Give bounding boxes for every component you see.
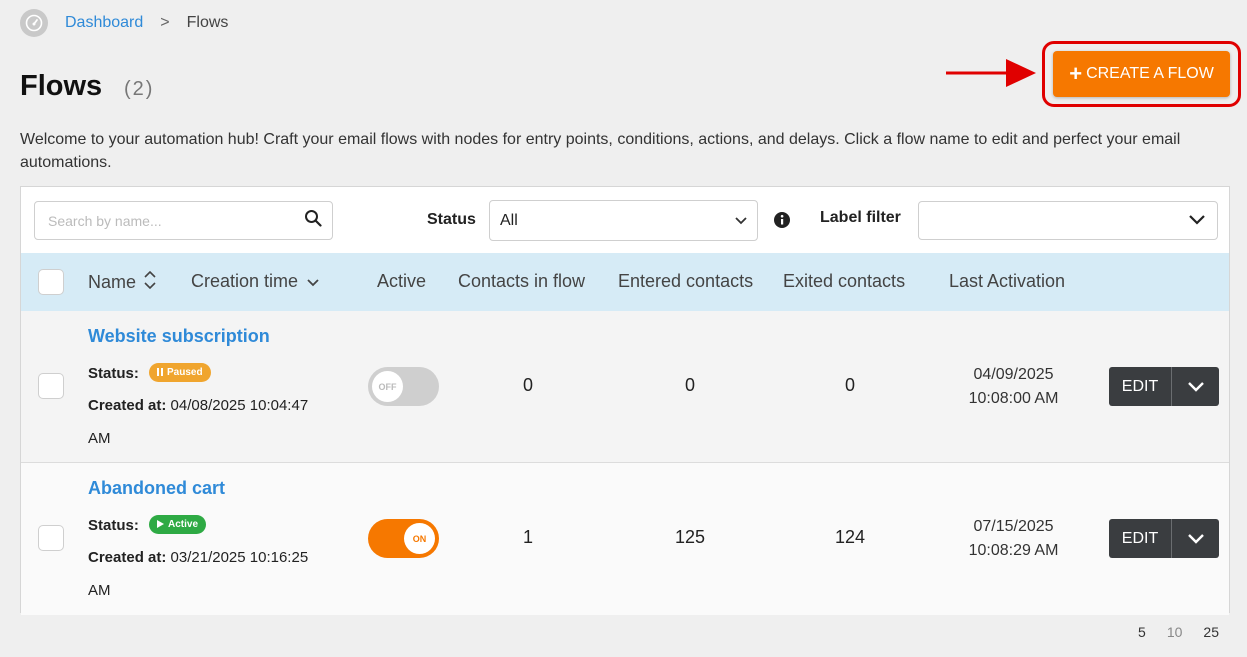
filter-bar: Status All Label filter xyxy=(21,187,1229,253)
label-filter-label: Label filter xyxy=(820,209,901,226)
edit-dropdown-button[interactable] xyxy=(1172,519,1219,558)
column-contacts-header: Contacts in flow xyxy=(458,271,586,291)
table-row: Abandoned cart Status: Active Created at… xyxy=(21,463,1229,615)
last-activation-date: 04/09/2025 xyxy=(973,366,1054,383)
entered-contacts-value: 125 xyxy=(674,527,706,547)
column-active-header: Active xyxy=(377,271,427,291)
entered-contacts-value: 0 xyxy=(684,375,695,395)
status-badge-text: Paused xyxy=(167,366,203,378)
status-badge: Paused xyxy=(149,362,211,382)
flow-count: (2) xyxy=(124,78,155,100)
toggle-knob: OFF xyxy=(372,371,403,402)
page-size-25[interactable]: 25 xyxy=(1203,624,1219,640)
play-icon xyxy=(157,520,165,528)
toggle-knob: ON xyxy=(404,523,435,554)
status-filter-label: Status xyxy=(427,211,476,228)
table-row: Website subscription Status: Paused Crea… xyxy=(21,311,1229,463)
dashboard-gauge-icon[interactable] xyxy=(20,9,48,37)
search-input[interactable] xyxy=(48,212,304,229)
status-filter-select[interactable]: All xyxy=(489,200,758,241)
created-value-suffix: AM xyxy=(88,582,111,599)
edit-button-group: EDIT xyxy=(1109,367,1219,406)
contacts-in-flow-value: 1 xyxy=(522,527,533,547)
edit-dropdown-button[interactable] xyxy=(1172,367,1219,406)
page-size-5[interactable]: 5 xyxy=(1138,624,1146,640)
sort-icon[interactable] xyxy=(144,270,156,294)
breadcrumb: Dashboard > Flows xyxy=(20,9,228,37)
info-icon[interactable] xyxy=(773,211,791,234)
edit-button[interactable]: EDIT xyxy=(1109,519,1172,558)
last-activation: 07/15/2025 10:08:29 AM xyxy=(941,515,1086,563)
label-filter-select[interactable] xyxy=(918,201,1218,240)
chevron-down-icon[interactable] xyxy=(307,271,319,292)
flows-table: Status All Label filter Name Creation xyxy=(20,186,1230,615)
pause-icon xyxy=(157,368,164,376)
status-badge-text: Active xyxy=(168,518,199,530)
created-value: 04/08/2025 10:04:47 xyxy=(170,397,309,414)
column-last-activation-header: Last Activation xyxy=(949,271,1066,291)
row-checkbox[interactable] xyxy=(38,373,64,399)
edit-button[interactable]: EDIT xyxy=(1109,367,1172,406)
breadcrumb-separator: > xyxy=(160,14,170,31)
created-value-suffix: AM xyxy=(88,430,111,447)
column-exited-header: Exited contacts xyxy=(783,271,906,291)
status-filter-value: All xyxy=(500,211,518,229)
page-size-10[interactable]: 10 xyxy=(1167,624,1183,640)
page-size-selector: 5 10 25 xyxy=(1117,624,1219,640)
chevron-down-icon xyxy=(1187,381,1204,392)
chevron-down-icon xyxy=(1189,212,1205,230)
intro-text: Welcome to your automation hub! Craft yo… xyxy=(20,131,1181,171)
last-activation: 04/09/2025 10:08:00 AM xyxy=(941,363,1086,411)
chevron-down-icon xyxy=(1187,533,1204,544)
edit-button-group: EDIT xyxy=(1109,519,1219,558)
contacts-in-flow-value: 0 xyxy=(522,375,533,395)
table-header: Name Creation time Active Contacts in fl… xyxy=(21,253,1229,311)
chevron-down-icon xyxy=(735,212,747,230)
create-flow-label: CREATE A FLOW xyxy=(1086,65,1214,82)
column-creation-time-header[interactable]: Creation time xyxy=(191,271,319,292)
created-label: Created at: xyxy=(88,549,167,566)
last-activation-date: 07/15/2025 xyxy=(973,518,1054,535)
created-label: Created at: xyxy=(88,397,167,414)
column-name-header[interactable]: Name xyxy=(88,270,156,294)
last-activation-time: 10:08:29 AM xyxy=(968,542,1059,559)
search-box[interactable] xyxy=(34,201,333,240)
column-entered-header: Entered contacts xyxy=(618,271,754,291)
flow-name-link[interactable]: Abandoned cart xyxy=(88,478,225,499)
active-toggle[interactable]: OFF xyxy=(368,367,439,406)
column-creation-time-label: Creation time xyxy=(191,271,299,291)
status-label: Status: xyxy=(88,517,139,534)
status-badge: Active xyxy=(149,514,207,534)
row-checkbox[interactable] xyxy=(38,525,64,551)
page-title: Flows xyxy=(20,70,103,102)
search-icon[interactable] xyxy=(304,209,322,232)
plus-icon: + xyxy=(1069,61,1083,86)
breadcrumb-dashboard-link[interactable]: Dashboard xyxy=(65,14,143,32)
last-activation-time: 10:08:00 AM xyxy=(968,390,1059,407)
created-value: 03/21/2025 10:16:25 xyxy=(170,549,309,566)
column-name-label: Name xyxy=(88,272,137,292)
exited-contacts-value: 0 xyxy=(844,375,855,395)
status-label: Status: xyxy=(88,365,139,382)
create-flow-button[interactable]: + CREATE A FLOW xyxy=(1053,51,1230,97)
flow-meta: Status: Paused Created at: 04/08/2025 10… xyxy=(88,357,348,456)
breadcrumb-current: Flows xyxy=(186,14,229,31)
flow-meta: Status: Active Created at: 03/21/2025 10… xyxy=(88,509,348,608)
active-toggle[interactable]: ON xyxy=(368,519,439,558)
annotation-arrow xyxy=(946,59,1036,87)
flow-name-link[interactable]: Website subscription xyxy=(88,326,270,347)
exited-contacts-value: 124 xyxy=(834,527,866,547)
select-all-checkbox[interactable] xyxy=(38,269,64,295)
